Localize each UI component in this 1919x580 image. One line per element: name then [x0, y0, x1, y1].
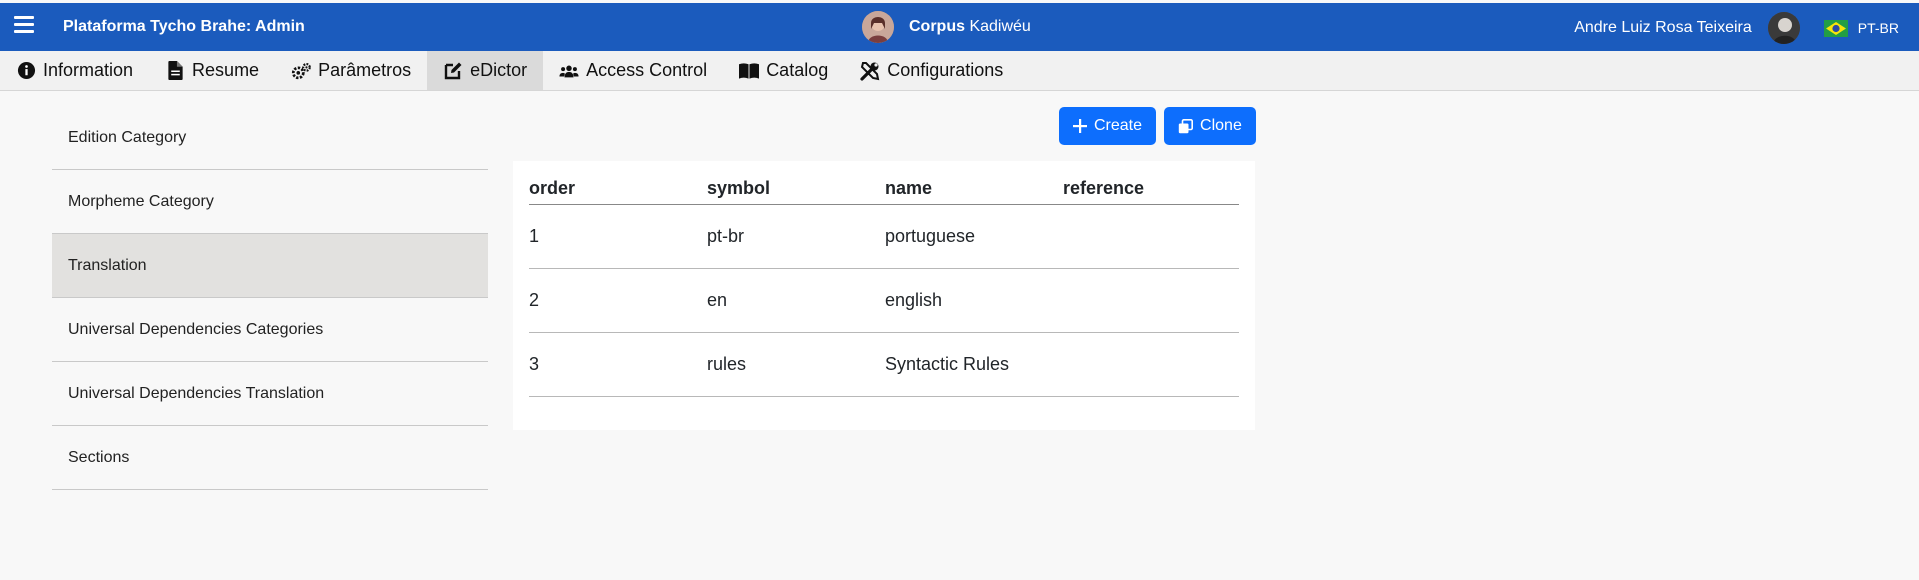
table-row[interactable]: 2 en english — [529, 268, 1239, 333]
sidebar-item-ud-translation[interactable]: Universal Dependencies Translation — [52, 362, 488, 426]
user-name[interactable]: Andre Luiz Rosa Teixeira — [1574, 19, 1752, 37]
top-navbar: Plataforma Tycho Brahe: Admin Corpus Kad… — [0, 3, 1919, 51]
settings-sidebar: Edition Category Morpheme Category Trans… — [52, 106, 488, 490]
corpus-name: Kadiwéu — [969, 18, 1031, 35]
copy-icon — [1178, 118, 1194, 134]
tab-label: Configurations — [887, 60, 1004, 80]
user-area: Andre Luiz Rosa Teixeira PT-BR — [1574, 12, 1919, 44]
column-header-reference[interactable]: reference — [1063, 173, 1239, 205]
cell-symbol: en — [707, 268, 885, 333]
sidebar-item-edition-category[interactable]: Edition Category — [52, 106, 488, 170]
cell-order: 2 — [529, 268, 707, 333]
tab-label: Information — [43, 60, 134, 80]
sidebar-item-ud-categories[interactable]: Universal Dependencies Categories — [52, 298, 488, 362]
tab-label: eDictor — [470, 60, 528, 80]
cell-symbol: pt-br — [707, 204, 885, 269]
user-avatar[interactable] — [1767, 12, 1800, 44]
column-header-order[interactable]: order — [529, 173, 707, 205]
tab-label: Access Control — [586, 60, 708, 80]
cell-symbol: rules — [707, 332, 885, 397]
cell-reference — [1063, 268, 1239, 333]
clone-button[interactable]: Clone — [1164, 107, 1256, 145]
book-icon — [739, 61, 760, 81]
clone-button-label: Clone — [1200, 117, 1242, 134]
tab-parametros[interactable]: Parâmetros — [275, 51, 427, 90]
corpus-avatar — [862, 11, 894, 43]
tab-configurations[interactable]: Configurations — [844, 51, 1019, 90]
create-button[interactable]: Create — [1059, 107, 1157, 145]
sidebar-item-morpheme-category[interactable]: Morpheme Category — [52, 170, 488, 234]
hamburger-menu-icon[interactable] — [14, 16, 34, 36]
translation-table-panel: order symbol name reference 1 pt-br port… — [513, 161, 1255, 430]
brazil-flag-icon[interactable] — [1823, 19, 1848, 37]
cell-reference — [1063, 332, 1239, 397]
cell-name: Syntactic Rules — [885, 332, 1063, 397]
table-row[interactable]: 1 pt-br portuguese — [529, 204, 1239, 269]
cell-name: english — [885, 268, 1063, 333]
tab-label: Resume — [192, 60, 260, 80]
document-icon — [165, 61, 185, 81]
tab-information[interactable]: Information — [0, 51, 149, 90]
cell-name: portuguese — [885, 204, 1063, 269]
table-header-row: order symbol name reference — [529, 173, 1239, 205]
language-selector[interactable]: PT-BR — [1858, 20, 1899, 36]
edit-icon — [443, 61, 463, 81]
action-buttons: Create Clone — [1059, 107, 1256, 145]
translation-table: order symbol name reference 1 pt-br port… — [529, 173, 1239, 397]
app-title[interactable]: Plataforma Tycho Brahe: Admin — [63, 18, 305, 36]
corpus-selector[interactable]: Corpus Kadiwéu — [862, 11, 1031, 43]
tools-icon — [860, 61, 880, 81]
tab-label: Catalog — [766, 60, 829, 80]
cell-order: 1 — [529, 204, 707, 269]
create-button-label: Create — [1094, 117, 1143, 134]
corpus-label: Corpus — [909, 18, 965, 35]
column-header-symbol[interactable]: symbol — [707, 173, 885, 205]
users-icon — [559, 61, 579, 81]
main-tabs: Information Resume Parâmetros eDictor Ac… — [0, 51, 1919, 91]
gears-icon — [291, 61, 311, 81]
info-circle-icon — [16, 61, 36, 81]
sidebar-item-translation[interactable]: Translation — [52, 234, 488, 298]
plus-icon — [1073, 119, 1087, 133]
tab-resume[interactable]: Resume — [149, 51, 275, 90]
tab-access-control[interactable]: Access Control — [543, 51, 723, 90]
column-header-name[interactable]: name — [885, 173, 1063, 205]
tab-catalog[interactable]: Catalog — [723, 51, 844, 90]
tab-label: Parâmetros — [318, 60, 412, 80]
table-row[interactable]: 3 rules Syntactic Rules — [529, 332, 1239, 397]
cell-order: 3 — [529, 332, 707, 397]
sidebar-item-sections[interactable]: Sections — [52, 426, 488, 490]
cell-reference — [1063, 204, 1239, 269]
tab-edictor[interactable]: eDictor — [427, 51, 544, 90]
